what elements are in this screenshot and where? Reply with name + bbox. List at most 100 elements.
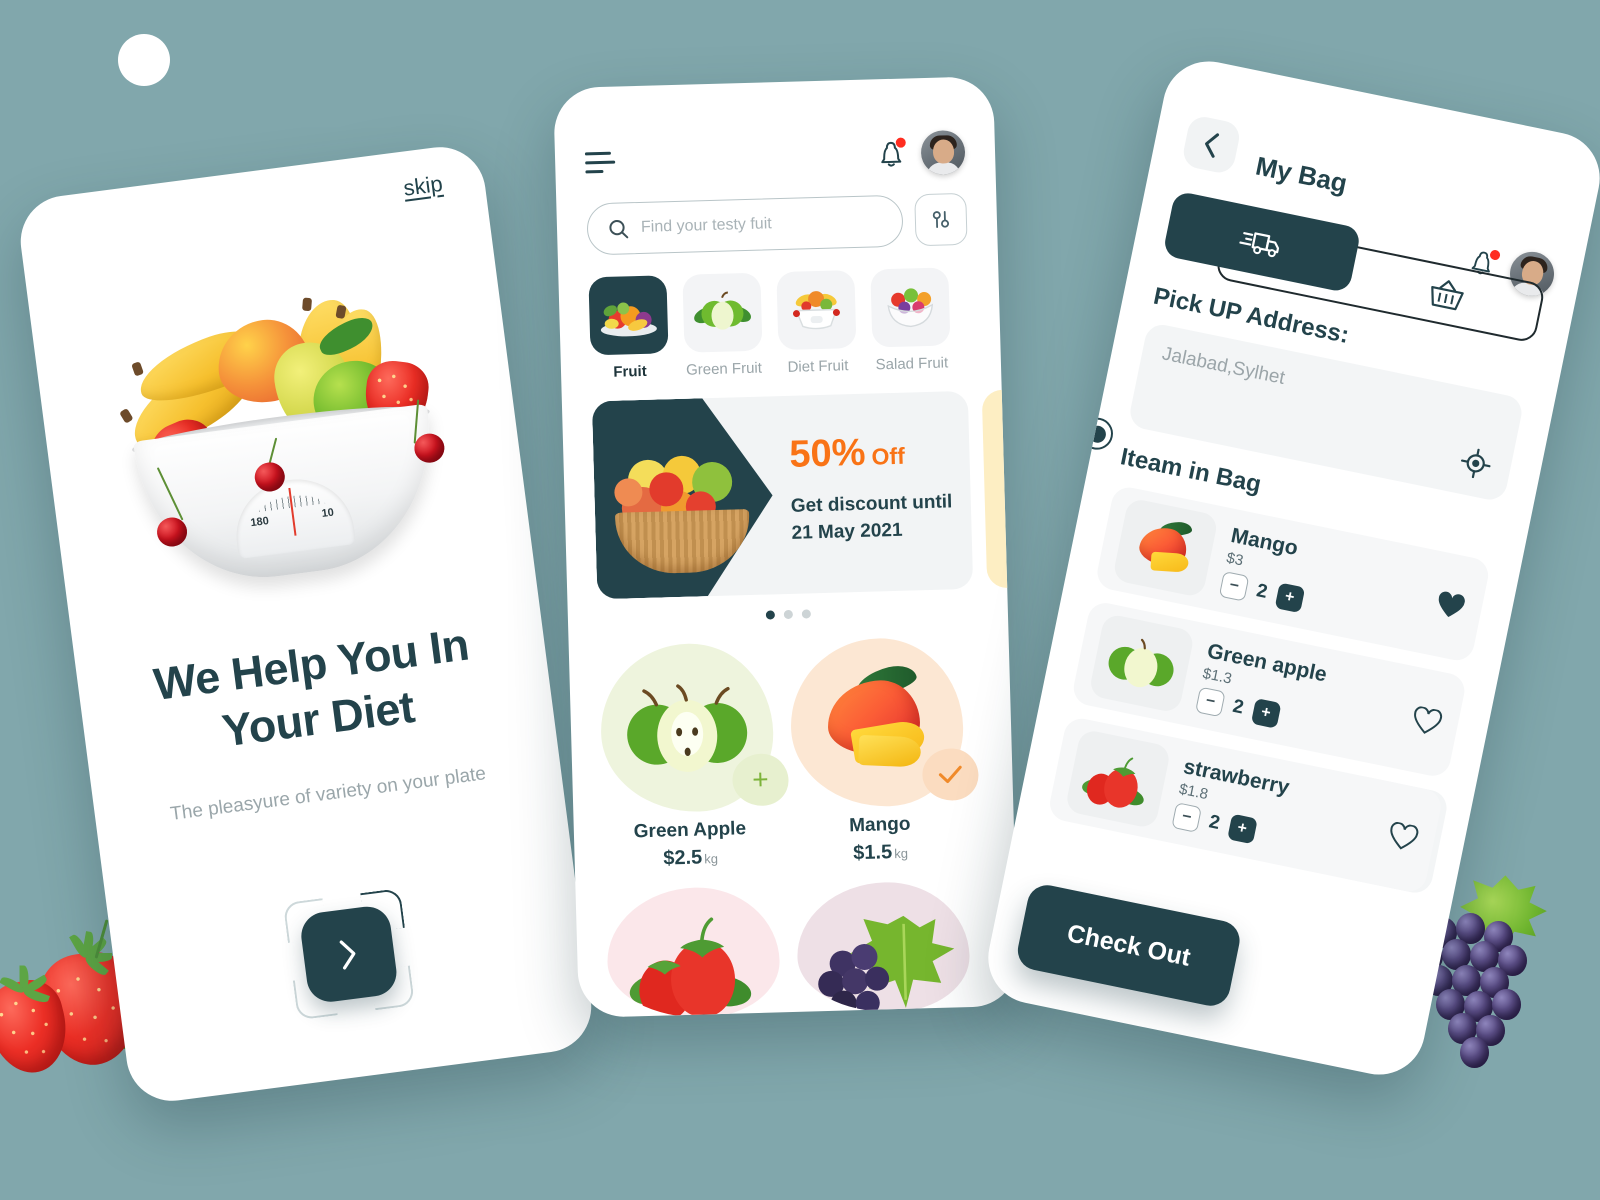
avatar[interactable] (920, 129, 966, 176)
promo-percent-value: 50% (788, 431, 867, 476)
hamburger-menu-icon[interactable] (584, 151, 616, 173)
product-name: Mango (848, 813, 911, 837)
favorite-heart-icon-outline[interactable] (1409, 705, 1444, 738)
fruit-bowl-illustration: 180 10 (93, 264, 469, 605)
category-item-diet-fruit[interactable]: Diet Fruit (776, 269, 857, 376)
promo-card[interactable]: 50% Off Get discount until 21 May 2021 (591, 390, 974, 600)
select-item-radio[interactable] (1078, 414, 1116, 453)
promo-card-next[interactable] (981, 387, 1019, 589)
strawberry-thumb-art (1082, 757, 1144, 808)
carousel-dot-1[interactable] (765, 610, 775, 620)
address-value: Jalabad,Sylhet (1160, 343, 1287, 390)
skip-link[interactable]: skip (402, 171, 444, 202)
item-thumb-green-apple (1088, 612, 1196, 714)
price-value: $2.5 (663, 846, 703, 870)
add-to-cart-button[interactable]: + (731, 753, 790, 807)
product-image-mango (788, 636, 980, 809)
search-box[interactable] (586, 194, 904, 256)
increase-quantity-button[interactable]: + (1274, 582, 1305, 614)
category-list: Fruit Green Fruit Diet Fruit Salad Fruit (588, 267, 971, 382)
product-image-green-apple: + (598, 641, 790, 815)
favorite-heart-icon-filled[interactable] (1433, 590, 1468, 623)
carousel-dots (598, 605, 978, 625)
search-row (586, 192, 968, 256)
notification-bell-icon[interactable] (877, 137, 906, 170)
product-price: $1.5 kg (794, 839, 967, 867)
carousel-dot-3[interactable] (801, 609, 811, 619)
category-item-green-fruit[interactable]: Green Fruit (682, 272, 763, 379)
category-label: Diet Fruit (787, 357, 849, 376)
filter-button[interactable] (914, 192, 968, 247)
screenshot-stage: skip 180 10 We Help You In Your Diet The… (0, 0, 1600, 1200)
decrease-quantity-button[interactable]: − (1171, 802, 1202, 833)
green-apple-image (627, 684, 748, 772)
fruit-basket-image (607, 443, 759, 575)
product-card-grapes[interactable] (795, 880, 972, 1015)
delivery-truck-icon (1239, 232, 1280, 258)
product-card-strawberry[interactable] (605, 885, 782, 1018)
locate-target-icon[interactable] (1458, 446, 1493, 481)
product-name: Green Apple (633, 818, 747, 843)
category-label: Fruit (613, 362, 647, 381)
next-button[interactable] (298, 903, 400, 1005)
strawberry-image (629, 917, 752, 1018)
product-card-mango[interactable]: Mango $1.5 kg (788, 636, 980, 867)
mango-image (815, 661, 940, 776)
item-info: Mango $3 − 2 + (1218, 524, 1428, 636)
category-label: Green Fruit (685, 359, 763, 379)
carousel-dot-2[interactable] (783, 609, 793, 620)
product-grid-next-row (605, 880, 989, 1018)
increase-quantity-button[interactable]: + (1226, 813, 1258, 845)
mixed-fruit-platter-icon (600, 302, 657, 337)
price-unit: kg (704, 851, 719, 867)
green-apple-leaves-icon (694, 291, 751, 330)
search-input[interactable] (640, 212, 883, 237)
increase-quantity-button[interactable]: + (1250, 697, 1282, 729)
item-info: strawberry $1.8 − 2 + (1171, 755, 1380, 867)
back-button[interactable] (1180, 114, 1243, 176)
fruit-bowl-scale-icon (792, 291, 840, 330)
green-apple-thumb-art (1108, 638, 1174, 688)
page-title: We Help You In Your Diet (150, 618, 472, 757)
mango-thumb-art (1130, 516, 1200, 579)
product-price: $2.5 kg (604, 844, 777, 872)
scale-number-right: 10 (320, 506, 335, 521)
next-button-frame (282, 888, 415, 1021)
decrease-quantity-button[interactable]: − (1195, 686, 1226, 718)
price-value: $1.5 (852, 841, 893, 865)
product-grid: + Green Apple $2.5 kg Mango $1.5 kg (598, 636, 985, 873)
phone-screen-home: Fruit Green Fruit (553, 76, 1019, 1018)
filter-sliders-icon (932, 211, 950, 229)
category-thumb-fruit (588, 275, 669, 356)
category-thumb-salad-fruit (870, 267, 951, 348)
chevron-right-icon (339, 940, 356, 970)
grapes-image (818, 915, 955, 1015)
chevron-left-icon (1205, 133, 1220, 158)
item-info: Green apple $1.3 − 2 + (1195, 640, 1404, 752)
promo-text: Get discount until 21 May 2021 (790, 491, 953, 544)
home-topbar (584, 129, 966, 186)
category-item-salad-fruit[interactable]: Salad Fruit (870, 267, 951, 373)
category-label: Salad Fruit (875, 354, 949, 374)
favorite-heart-icon-outline[interactable] (1386, 821, 1421, 854)
fruit-salad-bowl-icon (887, 288, 934, 328)
item-thumb-mango (1111, 497, 1219, 599)
promo-percent: 50% Off (789, 431, 905, 477)
decrease-quantity-button[interactable]: − (1218, 570, 1250, 602)
quantity-value: 2 (1207, 811, 1222, 835)
shopping-basket-icon (1431, 280, 1464, 311)
page-title: My Bag (1253, 150, 1350, 199)
checkout-button[interactable]: Check Out (1014, 881, 1244, 1010)
price-unit: kg (893, 845, 909, 862)
item-thumb-strawberry (1064, 728, 1172, 830)
category-item-fruit[interactable]: Fruit (588, 275, 669, 381)
category-thumb-green-fruit (682, 272, 763, 353)
check-icon (938, 765, 962, 784)
quantity-value: 2 (1254, 580, 1270, 603)
product-card-green-apple[interactable]: + Green Apple $2.5 kg (598, 641, 790, 872)
quantity-value: 2 (1230, 695, 1246, 719)
scale-number-left: 180 (249, 514, 270, 530)
search-icon (609, 219, 629, 238)
promo-carousel: 50% Off Get discount until 21 May 2021 (591, 387, 1019, 600)
added-to-cart-indicator[interactable] (921, 747, 980, 802)
